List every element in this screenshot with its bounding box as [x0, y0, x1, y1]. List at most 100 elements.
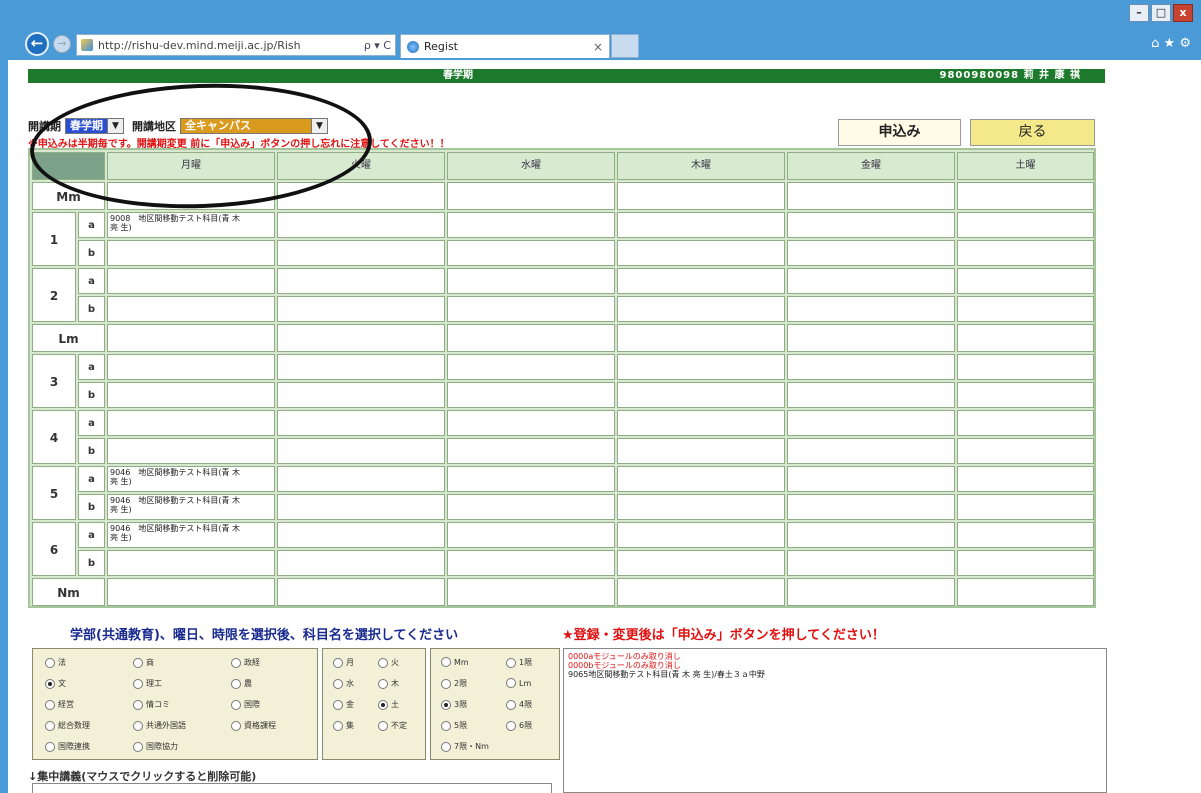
timetable-cell[interactable]: [957, 212, 1094, 238]
timetable-cell[interactable]: [787, 522, 955, 548]
timetable-cell[interactable]: [277, 212, 445, 238]
radio-icon[interactable]: [441, 657, 451, 667]
timetable-cell[interactable]: [277, 296, 445, 322]
timetable-cell[interactable]: [447, 494, 615, 520]
timetable-cell[interactable]: [787, 296, 955, 322]
list-item[interactable]: 0000bモジュールのみ取り消し: [568, 661, 1102, 670]
timetable-cell[interactable]: [107, 324, 275, 352]
timetable-cell[interactable]: [107, 382, 275, 408]
timetable-cell[interactable]: [447, 410, 615, 436]
timetable-cell[interactable]: [447, 466, 615, 492]
back-button[interactable]: 戻る: [970, 119, 1095, 146]
timetable-cell[interactable]: [617, 494, 785, 520]
course-entry[interactable]: 9046 地区間移動テスト科目(青 木 亮 生): [108, 495, 274, 515]
timetable-cell[interactable]: [107, 296, 275, 322]
timetable-cell[interactable]: [957, 296, 1094, 322]
radio-icon[interactable]: [45, 678, 55, 689]
list-item[interactable]: 9065地区間移動テスト科目(青 木 亮 生)/春土３ａ中野: [568, 670, 1102, 679]
timetable-cell[interactable]: [277, 382, 445, 408]
course-entry[interactable]: 9008 地区間移動テスト科目(青 木 亮 生): [108, 213, 274, 233]
timetable-cell[interactable]: [957, 382, 1094, 408]
timetable-cell[interactable]: [107, 578, 275, 606]
faculty-option[interactable]: 理工: [133, 678, 162, 689]
timetable-cell[interactable]: [617, 466, 785, 492]
timetable-cell[interactable]: [957, 354, 1094, 380]
timetable-cell[interactable]: [277, 550, 445, 576]
timetable-cell[interactable]: [787, 410, 955, 436]
timetable-cell[interactable]: [447, 354, 615, 380]
course-listbox[interactable]: 0000aモジュールのみ取り消し 0000bモジュールのみ取り消し 9065地区…: [563, 648, 1107, 793]
radio-icon[interactable]: [506, 657, 516, 668]
radio-icon[interactable]: [133, 678, 143, 689]
radio-icon[interactable]: [441, 741, 451, 752]
period-option[interactable]: Mm: [441, 657, 469, 667]
timetable-cell[interactable]: [277, 522, 445, 548]
radio-icon[interactable]: [231, 678, 241, 689]
minimize-button[interactable]: –: [1129, 4, 1149, 22]
timetable-cell[interactable]: [277, 438, 445, 464]
timetable-cell[interactable]: [447, 240, 615, 266]
radio-icon[interactable]: [333, 678, 343, 689]
concentrated-lecture-list[interactable]: [32, 783, 552, 793]
forward-arrow-icon[interactable]: →: [53, 35, 71, 53]
faculty-option[interactable]: 国際: [231, 699, 260, 710]
radio-icon[interactable]: [378, 657, 388, 668]
radio-icon[interactable]: [45, 699, 55, 710]
home-star-gear-icons[interactable]: ⌂ ★ ⚙: [1151, 36, 1191, 51]
timetable-cell[interactable]: [957, 182, 1094, 210]
faculty-option[interactable]: 経営: [45, 699, 74, 710]
timetable-cell[interactable]: [447, 182, 615, 210]
timetable-cell[interactable]: [787, 550, 955, 576]
timetable-cell[interactable]: [957, 550, 1094, 576]
timetable-cell[interactable]: [617, 240, 785, 266]
timetable-cell[interactable]: [447, 324, 615, 352]
faculty-option[interactable]: 情コミ: [133, 699, 170, 710]
timetable-cell[interactable]: [617, 578, 785, 606]
timetable-cell[interactable]: [277, 578, 445, 606]
faculty-option[interactable]: 政経: [231, 657, 260, 668]
timetable-cell[interactable]: [107, 240, 275, 266]
timetable-cell[interactable]: [957, 438, 1094, 464]
timetable-cell[interactable]: [107, 410, 275, 436]
faculty-option[interactable]: 総合数理: [45, 720, 90, 731]
timetable-cell[interactable]: [277, 466, 445, 492]
timetable-cell[interactable]: [617, 212, 785, 238]
timetable-cell[interactable]: 9046 地区間移動テスト科目(青 木 亮 生): [107, 494, 275, 520]
timetable-cell[interactable]: [277, 240, 445, 266]
radio-icon[interactable]: [333, 720, 343, 731]
radio-icon[interactable]: [506, 720, 516, 731]
search-refresh-icons[interactable]: ρ ▾ C: [364, 39, 391, 52]
timetable-cell[interactable]: [277, 494, 445, 520]
timetable-cell[interactable]: [277, 268, 445, 294]
radio-icon[interactable]: [231, 699, 241, 710]
timetable-cell[interactable]: [957, 268, 1094, 294]
radio-icon[interactable]: [133, 657, 143, 668]
timetable-cell[interactable]: [617, 410, 785, 436]
timetable-cell[interactable]: [787, 240, 955, 266]
timetable-cell[interactable]: [617, 296, 785, 322]
timetable-cell[interactable]: [447, 522, 615, 548]
timetable-cell[interactable]: [957, 324, 1094, 352]
radio-icon[interactable]: [45, 720, 55, 731]
day-option[interactable]: 火: [378, 657, 399, 668]
timetable-cell[interactable]: [447, 382, 615, 408]
period-option[interactable]: 1限: [506, 657, 532, 668]
tab-close-icon[interactable]: ×: [593, 40, 603, 54]
timetable-cell[interactable]: [617, 354, 785, 380]
new-tab-button[interactable]: [611, 34, 639, 58]
address-bar[interactable]: http://rishu-dev.mind.meiji.ac.jp/Rish ρ…: [76, 34, 396, 56]
timetable-cell[interactable]: [447, 550, 615, 576]
timetable-cell[interactable]: [617, 182, 785, 210]
apply-button[interactable]: 申込み: [838, 119, 961, 146]
timetable-cell[interactable]: [107, 438, 275, 464]
course-entry[interactable]: 9046 地区間移動テスト科目(青 木 亮 生): [108, 467, 274, 487]
timetable-cell[interactable]: [617, 382, 785, 408]
address-url[interactable]: http://rishu-dev.mind.meiji.ac.jp/Rish: [98, 39, 359, 52]
faculty-option[interactable]: 国際協力: [133, 741, 178, 752]
period-option[interactable]: 7限・Nm: [441, 741, 489, 752]
timetable-cell[interactable]: [277, 410, 445, 436]
timetable-cell[interactable]: [957, 522, 1094, 548]
timetable-cell[interactable]: 9046 地区間移動テスト科目(青 木 亮 生): [107, 522, 275, 548]
radio-icon[interactable]: [441, 720, 451, 731]
faculty-option[interactable]: 文: [45, 678, 66, 689]
